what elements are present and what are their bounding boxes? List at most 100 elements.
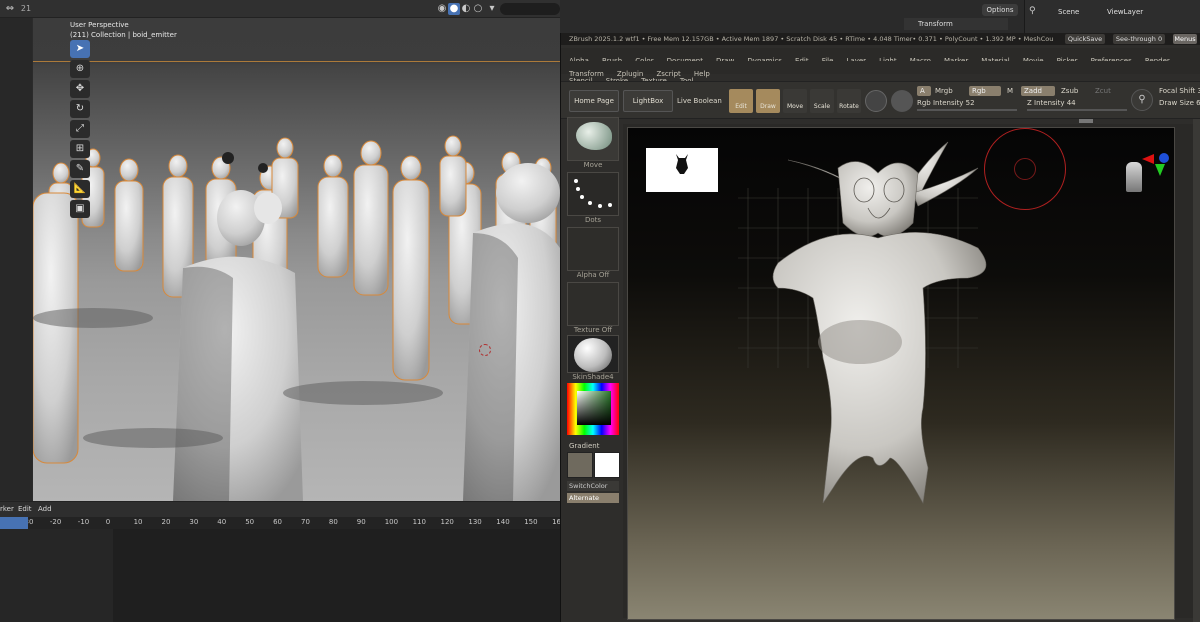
rotate-tool-icon[interactable]: ↻ bbox=[70, 100, 90, 118]
zcut-toggle[interactable]: Zcut bbox=[1095, 87, 1111, 95]
rotate-mode-button[interactable]: Rotate bbox=[837, 89, 861, 113]
add-cube-tool-icon[interactable]: ▣ bbox=[70, 200, 90, 218]
quicksave-button[interactable]: QuickSave bbox=[1065, 34, 1105, 44]
pin-icon[interactable]: ⚲ bbox=[1029, 6, 1036, 16]
move-tool-icon[interactable]: ✥ bbox=[70, 80, 90, 98]
saturation-square[interactable] bbox=[577, 391, 611, 425]
playhead[interactable] bbox=[0, 517, 28, 529]
3d-viewport[interactable]: User Perspective (211) Collection | boid… bbox=[33, 18, 560, 501]
scale-mode-button[interactable]: Scale bbox=[810, 89, 834, 113]
ruler-tick-label: 50 bbox=[245, 518, 255, 526]
brush-icon[interactable]: ⚲ bbox=[1131, 89, 1153, 111]
color-picker[interactable] bbox=[567, 383, 619, 435]
transform-tool-icon[interactable]: ⊞ bbox=[70, 140, 90, 158]
draw-mode-label: Draw bbox=[760, 103, 776, 110]
menu-zplugin[interactable]: Zplugin bbox=[617, 68, 643, 81]
ruler-tick-label: 40 bbox=[217, 518, 227, 526]
edit-mode-label: Edit bbox=[735, 103, 747, 110]
ruler-tick-label: 90 bbox=[356, 518, 366, 526]
m-toggle[interactable]: M bbox=[1007, 87, 1013, 95]
texture-tile-label: Texture Off bbox=[573, 326, 613, 334]
timeline-ruler[interactable]: -30-20-100102030405060708090100110120130… bbox=[0, 517, 560, 529]
move-mode-button[interactable]: Move bbox=[783, 89, 807, 113]
brush-tile-move[interactable] bbox=[567, 117, 619, 161]
move-mode-label: Move bbox=[786, 103, 804, 110]
shading-rendered-icon[interactable]: ○ bbox=[472, 3, 484, 15]
scene-selector[interactable]: Scene bbox=[1058, 8, 1079, 16]
3d-cursor-icon[interactable] bbox=[479, 344, 491, 356]
axis-arrows-icon[interactable] bbox=[1140, 148, 1170, 188]
seethrough-slider[interactable]: See-through 0 bbox=[1113, 34, 1165, 44]
filter-icon[interactable]: ▾ bbox=[486, 3, 498, 15]
timeline-menu-edit[interactable]: Edit bbox=[18, 505, 32, 513]
menus-button[interactable]: Menus bbox=[1173, 34, 1197, 44]
alternate-button[interactable]: Alternate bbox=[567, 493, 619, 503]
select-tool-icon[interactable]: ➤ bbox=[70, 40, 90, 58]
material-tile-label: SkinShade4 bbox=[572, 373, 614, 381]
zadd-toggle[interactable]: Zadd bbox=[1021, 86, 1055, 96]
viewlayer-selector[interactable]: ViewLayer bbox=[1107, 8, 1143, 16]
alpha-tile[interactable] bbox=[567, 227, 619, 271]
brush-material-icon[interactable] bbox=[865, 90, 887, 112]
shelf-scrollbar[interactable] bbox=[1079, 119, 1093, 123]
live-boolean-button[interactable]: Live Boolean bbox=[677, 97, 722, 105]
timeline-menu-marker[interactable]: rker bbox=[0, 505, 14, 513]
rgb-intensity-slider[interactable]: Rgb Intensity 52 bbox=[917, 99, 975, 107]
home-page-button[interactable]: Home Page bbox=[569, 90, 619, 112]
shading-solid-icon[interactable]: ● bbox=[448, 3, 460, 15]
mrgb-toggle[interactable]: Mrgb bbox=[935, 87, 953, 95]
scale-tool-icon[interactable]: ⤢ bbox=[70, 120, 90, 138]
sphere-icon[interactable] bbox=[891, 90, 913, 112]
gradient-toggle[interactable]: Gradient bbox=[569, 442, 599, 450]
rgb-toggle[interactable]: Rgb bbox=[969, 86, 1001, 96]
stroke-tile-dots[interactable] bbox=[567, 172, 619, 216]
ruler-tick-label: -10 bbox=[77, 518, 90, 526]
texture-tile[interactable] bbox=[567, 282, 619, 326]
outliner-search-input[interactable] bbox=[500, 3, 560, 15]
move-brush-icon bbox=[576, 122, 612, 150]
menu-help[interactable]: Help bbox=[694, 68, 710, 81]
ruler-tick-label: 60 bbox=[273, 518, 283, 526]
annotate-tool-icon[interactable]: ✎ bbox=[70, 160, 90, 178]
lightbox-button[interactable]: LightBox bbox=[623, 90, 673, 112]
alpha-toggle[interactable]: A bbox=[917, 86, 931, 96]
edit-mode-button[interactable]: Edit bbox=[729, 89, 753, 113]
shading-material-icon[interactable]: ◐ bbox=[460, 3, 472, 15]
ruler-tick-label: 130 bbox=[468, 518, 482, 526]
menu-transform[interactable]: Transform bbox=[569, 68, 604, 81]
focal-shift-slider[interactable]: Focal Shift 38 bbox=[1159, 87, 1200, 95]
rgb-intensity-track[interactable] bbox=[917, 109, 1017, 111]
blender-window: ⇔ 21 ◉ ● ◐ ○ ▾ User Perspective (211) Co… bbox=[0, 0, 560, 622]
left-tray: Move Dots Alpha Off Texture Off SkinShad… bbox=[567, 117, 621, 517]
draw-size-slider[interactable]: Draw Size 64 bbox=[1159, 99, 1200, 107]
zbrush-menubar-row2: Transform Zplugin Zscript Help bbox=[561, 61, 1200, 78]
zsub-toggle[interactable]: Zsub bbox=[1061, 87, 1078, 95]
options-dropdown[interactable]: Options bbox=[982, 4, 1018, 16]
material-tile[interactable] bbox=[567, 335, 619, 373]
left-edge-panel bbox=[0, 18, 32, 500]
cursor-tool-icon[interactable]: ⊕ bbox=[70, 60, 90, 78]
switchcolor-button[interactable]: SwitchColor bbox=[567, 481, 619, 491]
zbrush-titlebar: ZBrush 2025.1.2 wtf1 • Free Mem 12.157GB… bbox=[561, 33, 1200, 45]
timeline-header: rker Edit Add bbox=[0, 501, 560, 517]
ruler-tick-label: 110 bbox=[412, 518, 426, 526]
ruler-tick-label: 16 bbox=[552, 518, 560, 526]
z-intensity-track[interactable] bbox=[1027, 109, 1127, 111]
z-intensity-slider[interactable]: Z Intensity 44 bbox=[1027, 99, 1076, 107]
ruler-tick-label: 70 bbox=[301, 518, 310, 526]
timeline-menu-add[interactable]: Add bbox=[38, 505, 52, 513]
secondary-color-swatch[interactable] bbox=[594, 452, 620, 478]
draw-mode-button[interactable]: Draw bbox=[756, 89, 780, 113]
main-color-swatch[interactable] bbox=[567, 452, 593, 478]
alpha-tile-label: Alpha Off bbox=[576, 271, 610, 279]
overlay-icon[interactable]: ◉ bbox=[436, 3, 448, 15]
transform-panel-header[interactable]: Transform bbox=[904, 18, 1008, 30]
measure-tool-icon[interactable]: 📐 bbox=[70, 180, 90, 198]
view-title: User Perspective bbox=[70, 21, 129, 29]
sculpt-mesh[interactable] bbox=[628, 128, 1175, 620]
viewport-header: ⇔ 21 ◉ ● ◐ ○ ▾ bbox=[0, 0, 560, 18]
expand-icon[interactable]: ⇔ bbox=[4, 3, 16, 15]
rotate-mode-label: Rotate bbox=[839, 103, 859, 110]
menu-zscript[interactable]: Zscript bbox=[656, 68, 680, 81]
zbrush-canvas[interactable] bbox=[627, 127, 1175, 620]
